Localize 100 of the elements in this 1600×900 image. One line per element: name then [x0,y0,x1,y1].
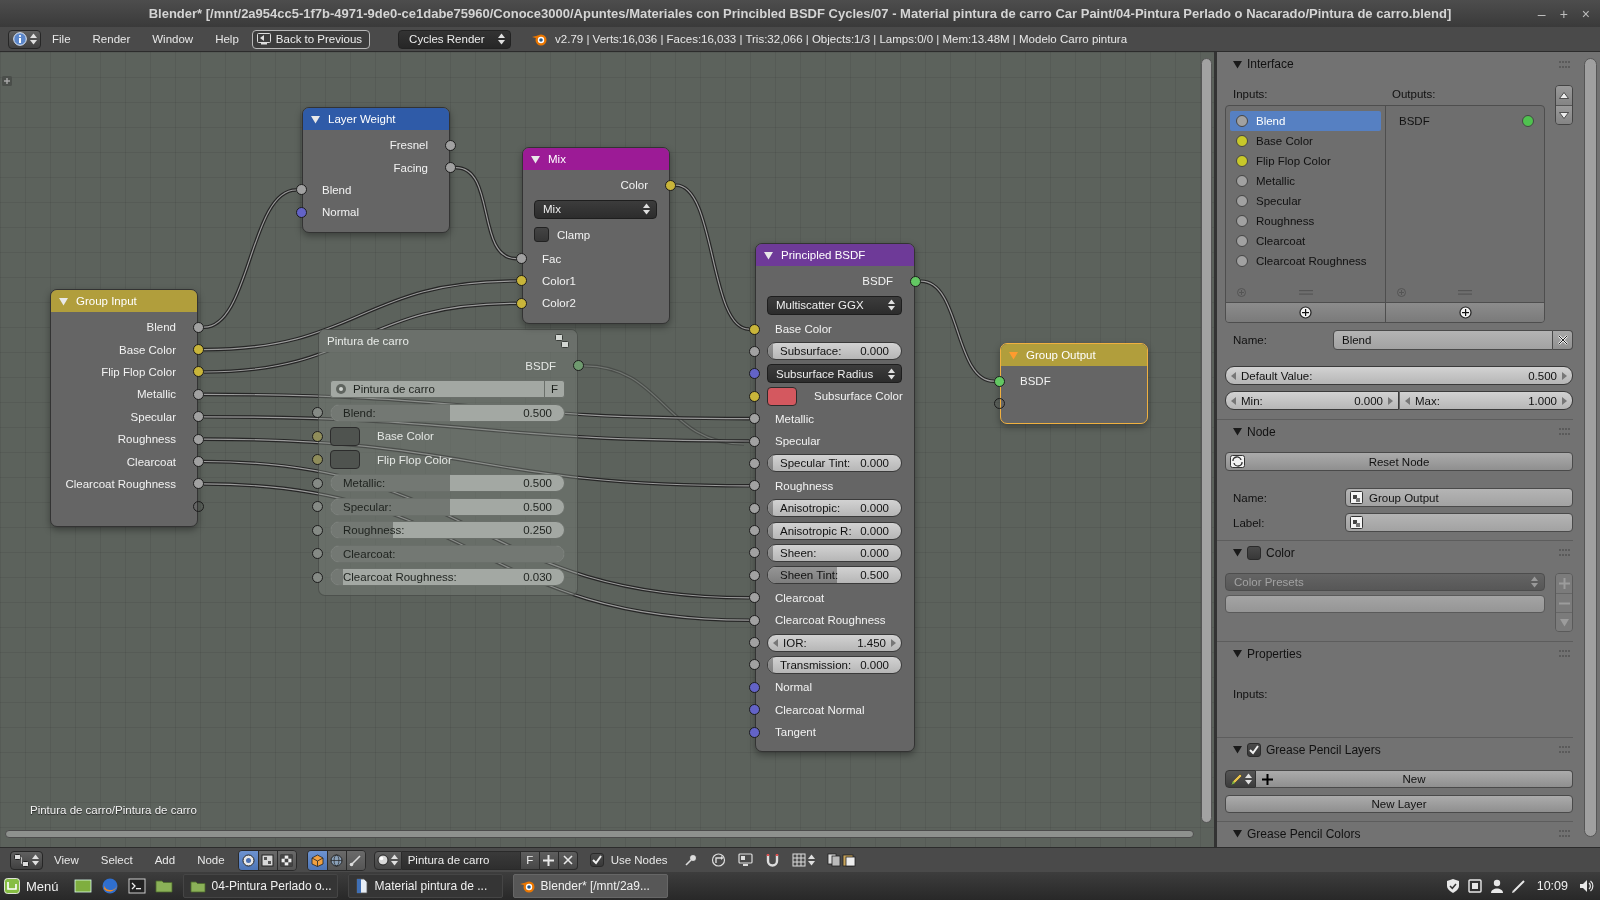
node-card[interactable]: Layer Weight Fresnel Facing Blend Normal [302,107,450,233]
node-header[interactable]: Mix [523,148,669,170]
socket-icon[interactable] [312,454,323,466]
socket-icon[interactable] [749,345,760,357]
panel-title[interactable]: Properties [1247,646,1302,661]
list-item[interactable]: Specular [1230,191,1381,211]
number-field[interactable]: IOR: 1.450 [767,633,902,652]
socket-icon[interactable] [312,477,323,489]
menu-item[interactable]: Add [143,854,187,866]
socket-icon[interactable] [312,524,323,536]
editor-type-menu[interactable] [10,850,43,870]
checkbox[interactable] [1247,742,1261,757]
label-field[interactable] [1345,513,1573,532]
plus-icon[interactable] [2,76,12,86]
socket-icon[interactable] [193,344,204,356]
close-button[interactable]: × [1581,5,1590,22]
socket-icon[interactable] [193,433,204,445]
unlink-material-button[interactable] [558,850,578,870]
slider-field[interactable]: Clearcoat Roughness: 0.030 [330,568,565,587]
socket-icon[interactable] [749,614,760,626]
checkbox[interactable] [589,853,604,867]
socket-icon[interactable] [516,297,527,309]
back-to-previous-button[interactable]: Back to Previous [251,29,371,49]
scrollbar[interactable] [1201,58,1212,823]
socket-icon[interactable] [193,411,204,423]
shader-source-button[interactable] [326,850,346,870]
list-item[interactable]: Blend [1230,111,1381,131]
collapse-triangle-icon[interactable] [1233,649,1242,658]
taskbar-window-button[interactable]: Blender* [/mnt/2a9... [512,874,668,898]
socket-icon[interactable] [749,323,760,335]
socket-icon[interactable] [312,571,323,583]
menu-item[interactable]: Select [89,854,144,866]
socket-icon[interactable] [516,275,527,287]
fake-user-button[interactable]: F [520,850,540,870]
globe-launcher[interactable] [100,877,119,895]
socket-icon[interactable] [749,390,760,402]
panel-title[interactable]: Color [1266,545,1295,560]
node-card[interactable]: Mix Color Mix Clamp Fac Color1 Color2 [522,147,670,324]
slider-field[interactable]: Clearcoat: [330,544,565,563]
socket-icon[interactable] [749,637,760,649]
slider-field[interactable]: Metallic: 0.500 [330,474,565,493]
grip-icon[interactable] [1458,289,1472,295]
move-down-button[interactable] [1556,105,1572,124]
paste-icon[interactable] [841,853,856,867]
slider-field[interactable]: Sheen Tint: 0.500 [767,566,902,585]
dropdown[interactable]: Subsurface Radius [767,364,902,384]
socket-icon[interactable] [749,502,760,514]
socket-icon[interactable] [749,413,760,425]
taskbar-window-button[interactable]: 04-Pintura Perlado o... [182,874,338,898]
socket-icon[interactable] [193,478,204,490]
checkbox[interactable] [534,227,549,243]
name-field[interactable]: Group Output [1345,488,1573,507]
shader-source-button[interactable] [345,850,365,870]
menu-item[interactable]: Render [81,33,142,45]
shield-icon[interactable] [1444,878,1461,894]
menu-item[interactable]: Node [186,854,236,866]
collapse-triangle-icon[interactable] [1233,427,1242,436]
node-link[interactable] [203,188,297,329]
slider-field[interactable]: Subsurface: 0.000 [767,342,902,361]
material-name-field[interactable]: Pintura de carro [401,850,521,870]
menu-item[interactable]: View [43,854,90,866]
render-engine-dropdown[interactable]: Cycles Render [398,29,512,49]
user-icon[interactable] [1488,878,1505,894]
socket-icon[interactable] [910,275,921,287]
menu-item[interactable]: Window [141,33,205,45]
socket-icon[interactable] [312,501,323,513]
socket-icon[interactable] [516,253,527,265]
node-link[interactable] [675,183,750,331]
node-link[interactable] [455,165,517,261]
list-item[interactable]: Flip Flop Color [1230,151,1381,171]
pencil-dropdown[interactable] [1225,770,1256,788]
clear-button[interactable] [1553,330,1573,350]
socket-icon[interactable] [749,547,760,559]
socket-icon[interactable] [312,430,323,442]
socket-icon[interactable] [193,456,204,468]
list-item[interactable]: Clearcoat [1230,231,1381,251]
node-tree-type-button[interactable] [276,850,296,870]
menu-item[interactable]: Help [204,33,250,45]
node-header[interactable]: Layer Weight [303,108,449,130]
list-item[interactable]: Clearcoat Roughness [1230,251,1381,271]
node-link[interactable] [203,279,517,352]
socket-icon[interactable] [665,179,676,191]
editor-type-menu[interactable] [8,29,41,49]
add-socket-button[interactable] [1385,302,1544,322]
minimize-button[interactable]: – [1537,5,1546,22]
grip-icon[interactable] [1298,289,1313,295]
socket-icon[interactable] [749,457,760,469]
socket-icon[interactable] [445,139,456,151]
socket-icon[interactable] [749,525,760,537]
add-socket-button[interactable] [1226,302,1385,322]
socket-icon[interactable] [193,366,204,378]
maximize-button[interactable]: + [1559,5,1568,22]
new-layer-button[interactable]: New Layer [1225,795,1573,813]
color-swatch[interactable] [330,450,360,470]
socket-icon[interactable] [749,592,760,604]
socket-icon[interactable] [312,548,323,560]
pen-icon[interactable] [1510,878,1527,894]
collapse-triangle-icon[interactable] [764,250,773,260]
move-up-button[interactable] [1556,86,1572,105]
color-swatch[interactable] [330,426,360,446]
